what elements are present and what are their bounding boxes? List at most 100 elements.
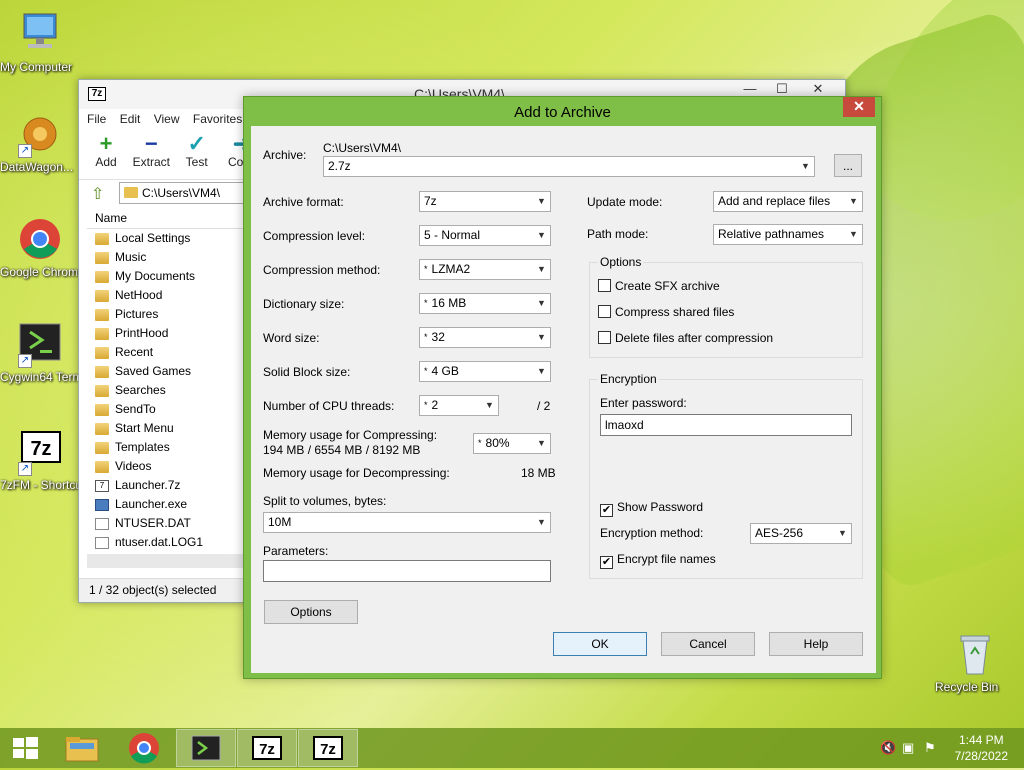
path-mode-select[interactable]: Relative pathnames ▼ [713,224,863,245]
menu-file[interactable]: File [87,109,106,129]
file-list-item[interactable]: Searches [87,381,247,400]
encryption-method-label: Encryption method: [600,526,704,540]
chevron-down-icon: ▼ [537,517,546,527]
desktop-icon-recycle-bin[interactable]: Recycle Bin [935,630,1015,694]
compression-method-select[interactable]: * LZMA2 ▼ [419,259,551,280]
file-name: Videos [115,459,152,473]
test-button[interactable]: ✓ Test [176,129,218,170]
archive-name-value: 2.7z [328,159,351,173]
cpu-threads-select[interactable]: * 2 ▼ [419,395,499,416]
taskbar-cygwin[interactable] [176,729,236,767]
parameters-input[interactable] [263,560,551,582]
file-name: Local Settings [115,231,191,245]
address-field[interactable]: C:\Users\VM4\ [119,182,249,204]
file-list-item[interactable]: Templates [87,438,247,457]
folder-icon [95,289,109,302]
folder-icon [95,460,109,473]
network-icon[interactable]: ▣ [902,740,914,756]
file-list-item[interactable]: Local Settings [87,229,247,248]
extract-button[interactable]: − Extract [130,129,172,170]
solid-block-value: 4 GB [431,364,459,378]
split-volumes-combo[interactable]: 10M ▼ [263,512,551,533]
update-mode-select[interactable]: Add and replace files ▼ [713,191,863,212]
chrome-icon [129,733,159,764]
desktop-icon-my-computer[interactable]: My Computer [0,10,80,74]
file-list-item[interactable]: 7 Launcher.7z [87,476,247,495]
clock[interactable]: 1:44 PM 7/28/2022 [955,732,1008,764]
menu-edit[interactable]: Edit [120,109,141,129]
start-button[interactable] [0,729,50,767]
help-button[interactable]: Help [769,632,863,656]
dictionary-size-select[interactable]: * 16 MB ▼ [419,293,551,314]
options-button[interactable]: Options [264,600,358,624]
file-list-item[interactable]: NetHood [87,286,247,305]
horizontal-scrollbar[interactable] [87,554,247,568]
shortcut-arrow-icon: ↗ [18,462,32,476]
compress-shared-checkbox[interactable]: Compress shared files [598,305,734,319]
options-group: Options Create SFX archive Compress shar… [589,255,863,358]
cancel-button[interactable]: Cancel [661,632,755,656]
taskbar-chrome[interactable] [114,729,174,767]
menu-view[interactable]: View [154,109,180,129]
file-name: Launcher.7z [115,478,181,492]
test-label: Test [185,155,208,169]
volume-muted-icon[interactable]: 🔇 [880,740,896,756]
menu-favorites[interactable]: Favorites [193,109,242,129]
dialog-close-button[interactable]: ✕ [843,97,875,117]
file-list-item[interactable]: My Documents [87,267,247,286]
desktop-icon-7zfm[interactable]: 7z ↗ 7zFM - Shortcut [0,428,85,492]
file-list-item[interactable]: Music [87,248,247,267]
archive-label: Archive: [263,148,307,162]
action-center-icon[interactable]: ⚑ [924,740,936,756]
word-size-select[interactable]: * 32 ▼ [419,327,551,348]
file-list-item[interactable]: PrintHood [87,324,247,343]
browse-button[interactable]: ... [834,154,862,177]
file-name: SendTo [115,402,156,416]
taskbar-7zip-1[interactable]: 7z [237,729,297,767]
encryption-method-select[interactable]: AES-256 ▼ [750,523,852,544]
cpu-threads-label: Number of CPU threads: [263,399,395,413]
dialog-title-bar[interactable]: Add to Archive ✕ [244,97,881,125]
checkbox-icon [598,331,611,344]
desktop-icon-datawagon[interactable]: ↗ DataWagon... [0,110,80,174]
file-list-item[interactable]: Saved Games [87,362,247,381]
ok-button[interactable]: OK [553,632,647,656]
svg-text:7z: 7z [259,741,275,758]
desktop-icon-cygwin[interactable]: ↗ Cygwin64 Terminal [0,320,101,384]
password-input[interactable]: lmaoxd [600,414,852,436]
address-text: C:\Users\VM4\ [142,186,221,200]
column-header-name[interactable]: Name [87,207,247,229]
taskbar-file-explorer[interactable] [52,729,112,767]
file-list-item[interactable]: Videos [87,457,247,476]
folder-icon [95,384,109,397]
file-list-item[interactable]: SendTo [87,400,247,419]
memory-percent-select[interactable]: * 80% ▼ [473,433,551,454]
archive-format-label: Archive format: [263,195,344,209]
file-list-item[interactable]: ntuser.dat.LOG1 [87,533,247,552]
show-password-checkbox[interactable]: ✔ Show Password [600,500,703,517]
asterisk-icon: * [424,264,428,274]
add-button[interactable]: + Add [85,129,127,170]
up-folder-icon[interactable]: ⇧ [91,184,104,204]
chevron-down-icon: ▼ [485,400,494,410]
encrypt-names-checkbox[interactable]: ✔ Encrypt file names [600,552,716,569]
file-list-item[interactable]: Start Menu [87,419,247,438]
delete-after-checkbox[interactable]: Delete files after compression [598,331,773,345]
solid-block-label: Solid Block size: [263,365,351,379]
parameters-label: Parameters: [263,544,329,558]
create-sfx-checkbox[interactable]: Create SFX archive [598,279,720,293]
solid-block-select[interactable]: * 4 GB ▼ [419,361,551,382]
taskbar-7zip-2[interactable]: 7z [298,729,358,767]
folder-icon [124,187,138,198]
desktop-icon-chrome[interactable]: Google Chrome [0,215,85,279]
file-list-item[interactable]: Recent [87,343,247,362]
file-list-item[interactable]: Launcher.exe [87,495,247,514]
archive-format-select[interactable]: 7z ▼ [419,191,551,212]
archive-name-combo[interactable]: 2.7z ▼ [323,156,815,177]
add-to-archive-dialog: Add to Archive ✕ Archive: C:\Users\VM4\ … [243,96,882,679]
file-list-item[interactable]: NTUSER.DAT [87,514,247,533]
compression-level-select[interactable]: 5 - Normal ▼ [419,225,551,246]
chrome-icon [16,215,64,263]
folder-icon [95,327,109,340]
file-list-item[interactable]: Pictures [87,305,247,324]
